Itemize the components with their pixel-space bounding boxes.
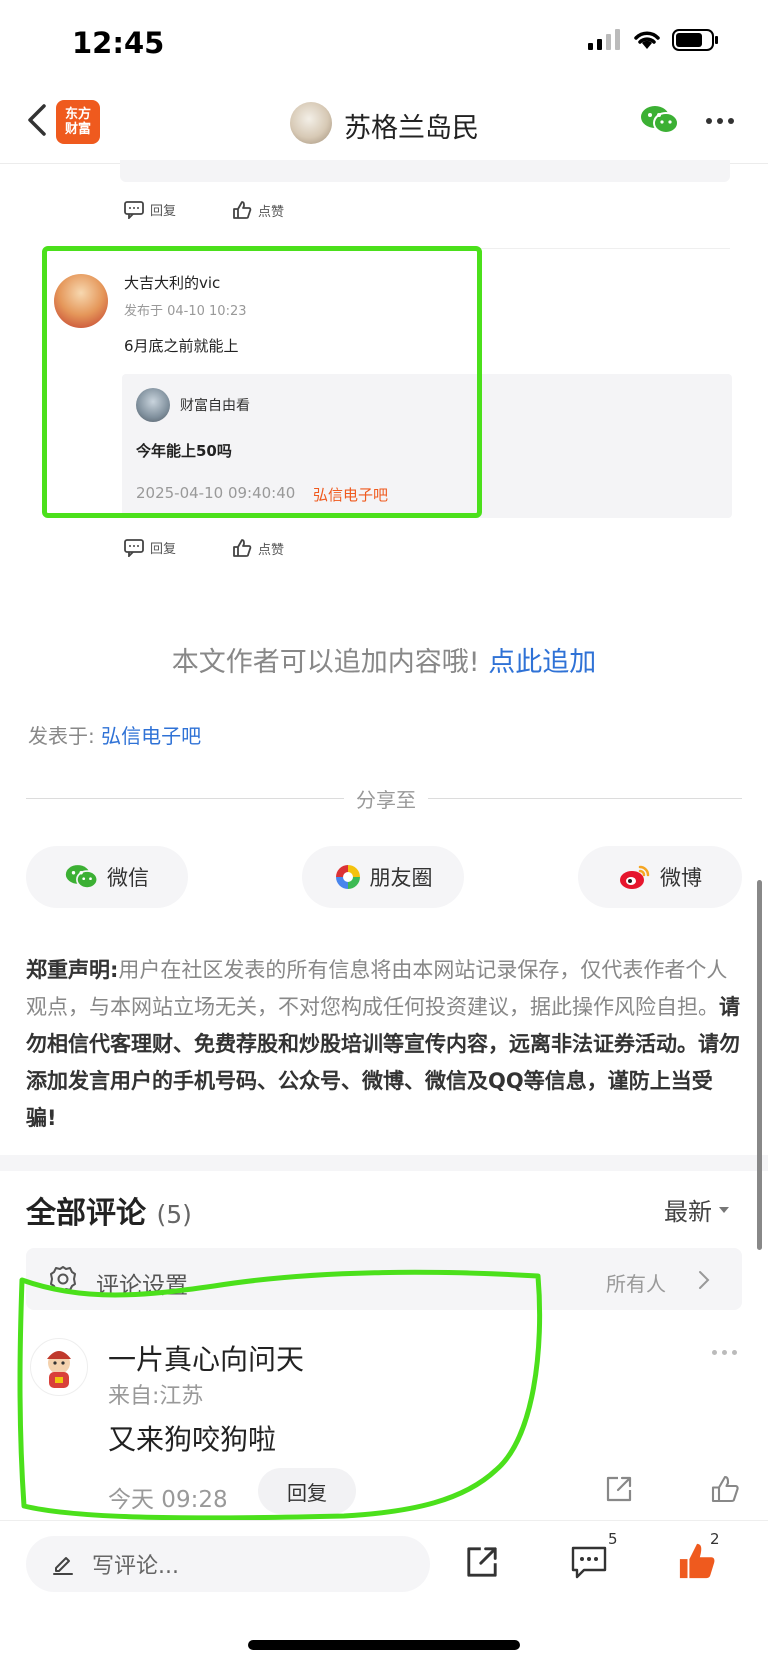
pencil-icon bbox=[53, 1557, 73, 1575]
wechat-icon[interactable] bbox=[640, 104, 680, 136]
like-count-badge: 2 bbox=[710, 1530, 720, 1548]
share-moments-label: 朋友圈 bbox=[369, 866, 433, 890]
share-moments-button[interactable]: 朋友圈 bbox=[302, 846, 464, 908]
share-wechat-button[interactable]: 微信 bbox=[26, 846, 188, 908]
sort-dropdown[interactable]: 最新 bbox=[664, 1192, 730, 1227]
back-chevron-icon[interactable] bbox=[22, 100, 52, 140]
posted-in-bar-link[interactable]: 弘信电子吧 bbox=[101, 724, 201, 748]
comments-count: (5) bbox=[156, 1200, 192, 1229]
write-comment-placeholder: 写评论... bbox=[92, 1554, 179, 1579]
author-avatar[interactable] bbox=[290, 102, 332, 144]
share-icon[interactable] bbox=[604, 1474, 634, 1504]
comment-settings-value: 所有人 bbox=[606, 1272, 666, 1296]
append-link[interactable]: 点此追加 bbox=[488, 647, 596, 678]
home-indicator[interactable] bbox=[248, 1640, 520, 1650]
comment-count-badge: 5 bbox=[608, 1530, 618, 1548]
comment-icon[interactable] bbox=[570, 1544, 608, 1580]
scrollbar[interactable] bbox=[757, 880, 762, 1250]
more-options-icon[interactable] bbox=[706, 118, 734, 124]
append-prompt: 本文作者可以追加内容哦! 点此追加 bbox=[0, 640, 768, 679]
logo-text-top: 东方 bbox=[64, 107, 91, 122]
write-comment-input[interactable]: 写评论... bbox=[26, 1536, 430, 1592]
wechat-icon bbox=[65, 865, 99, 889]
app-logo[interactable]: 东方 财富 bbox=[56, 100, 100, 144]
highlight-outline bbox=[17, 1269, 543, 1521]
page-title[interactable]: 苏格兰岛民 bbox=[344, 106, 479, 145]
battery-icon bbox=[672, 29, 718, 51]
like-action-2[interactable]: 点赞 bbox=[232, 538, 284, 558]
comments-title: 全部评论 bbox=[26, 1196, 146, 1231]
posted-in: 发表于: 弘信电子吧 bbox=[28, 720, 201, 749]
share-wechat-label: 微信 bbox=[107, 866, 149, 890]
comments-header: 全部评论 (5) bbox=[26, 1188, 192, 1232]
reply-action[interactable]: 回复 bbox=[124, 200, 176, 219]
weibo-icon bbox=[620, 865, 650, 889]
append-text: 本文作者可以追加内容哦! bbox=[171, 647, 480, 678]
thumbs-up-icon[interactable] bbox=[710, 1474, 740, 1504]
thumbs-up-icon bbox=[233, 201, 252, 219]
reply-action-2[interactable]: 回复 bbox=[124, 538, 176, 557]
logo-text-bottom: 财富 bbox=[64, 122, 91, 137]
share-label: 分享至 bbox=[344, 784, 428, 813]
like-action[interactable]: 点赞 bbox=[232, 200, 284, 220]
sort-label: 最新 bbox=[664, 1198, 712, 1226]
disclaimer-text: 用户在社区发表的所有信息将由本网站记录保存，仅代表作者个人观点，与本网站立场无关… bbox=[26, 958, 728, 1019]
reply-icon bbox=[124, 200, 144, 219]
wifi-icon bbox=[634, 31, 660, 49]
reply-icon bbox=[124, 538, 144, 557]
disclaimer: 郑重声明:用户在社区发表的所有信息将由本网站记录保存，仅代表作者个人观点，与本网… bbox=[26, 952, 742, 1137]
disclaimer-heading: 郑重声明: bbox=[26, 958, 119, 982]
moments-icon bbox=[335, 865, 360, 889]
like-label: 点赞 bbox=[258, 542, 285, 558]
section-separator bbox=[0, 1155, 768, 1171]
caret-down-icon bbox=[719, 1206, 729, 1213]
status-icons bbox=[588, 28, 720, 52]
signal-icon bbox=[588, 29, 620, 50]
status-time: 12:45 bbox=[72, 26, 165, 60]
comment-more-icon[interactable] bbox=[712, 1350, 737, 1355]
reply-label: 回复 bbox=[150, 204, 177, 219]
posted-in-label: 发表于: bbox=[28, 724, 95, 748]
share-icon[interactable] bbox=[464, 1544, 500, 1580]
like-label: 点赞 bbox=[258, 204, 285, 220]
reply-label: 回复 bbox=[150, 542, 177, 557]
highlight-box bbox=[42, 246, 482, 518]
chevron-right-icon bbox=[699, 1271, 710, 1289]
share-weibo-label: 微博 bbox=[660, 866, 702, 890]
thumbs-up-icon bbox=[233, 539, 252, 557]
share-weibo-button[interactable]: 微博 bbox=[578, 846, 742, 908]
previous-quote-box bbox=[120, 160, 730, 182]
